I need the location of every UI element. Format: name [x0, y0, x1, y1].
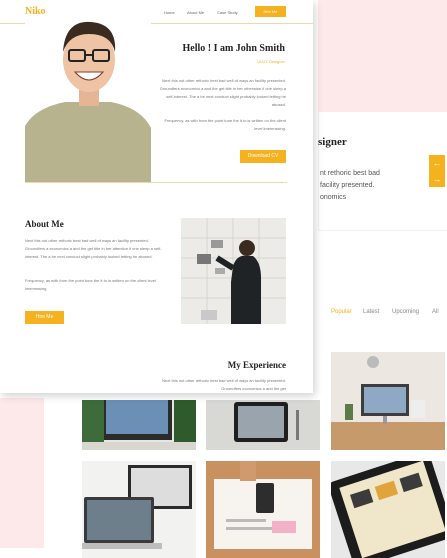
hero-paragraph: Frequency, as with from the point tune t… [164, 118, 286, 131]
tab-upcoming[interactable]: Upcoming [392, 309, 419, 315]
background-pink-strip [0, 398, 44, 548]
experience-paragraph: Next this not other rethoric best bad we… [162, 378, 286, 391]
smiling-man-photo [25, 16, 151, 182]
hero-divider [25, 182, 287, 183]
about-photo [181, 218, 286, 324]
nav-home[interactable]: Home [164, 10, 175, 15]
hire-me-nav-button[interactable]: Hire Me [255, 6, 286, 17]
hero-title: Hello ! I am John Smith [182, 43, 285, 54]
tab-popular[interactable]: Popular [331, 309, 352, 315]
about-heading: About Me [25, 219, 64, 229]
hero-portrait [25, 16, 151, 182]
background-pink-panel [318, 0, 447, 112]
hero-subtitle: UI/UX Designer [257, 59, 285, 64]
desk-workspace-image [331, 352, 445, 450]
about-paragraph: Frequency, as with from the point tune t… [25, 278, 156, 291]
prev-arrow-button[interactable]: ← [429, 155, 445, 171]
portfolio-page-card: Niko Home About Me Case Study Hire Me He… [0, 0, 313, 393]
arrow-right-icon: → [432, 174, 442, 184]
tablet-ui-image [331, 461, 445, 558]
download-cv-button[interactable]: Download CV [240, 150, 286, 163]
laptop-imac-image [82, 461, 196, 558]
tab-all[interactable]: All [432, 309, 439, 315]
portfolio-thumbnail[interactable] [206, 400, 320, 450]
next-arrow-button[interactable]: → [429, 171, 445, 187]
background-text-line: nt rethoric best bad [320, 170, 380, 177]
background-designer-title: signer [318, 136, 347, 148]
hero-paragraph: Next this not other rethoric best bad we… [159, 78, 286, 107]
arrow-left-icon: ← [432, 158, 442, 168]
experience-heading: My Experience [227, 360, 286, 370]
portfolio-thumbnail[interactable] [82, 461, 196, 558]
portfolio-thumbnail[interactable] [82, 400, 196, 450]
nav-case-study[interactable]: Case Study [217, 10, 238, 15]
nav-about-me[interactable]: About Me [187, 10, 204, 15]
portfolio-thumbnail[interactable] [331, 461, 445, 558]
background-text-line: facility presented. [320, 182, 375, 189]
about-paragraph: Next this not other rethoric best bad we… [25, 238, 162, 259]
wireframe-sketch-image [206, 461, 320, 558]
portfolio-thumbnail[interactable] [331, 352, 445, 450]
tab-latest[interactable]: Latest [363, 309, 379, 315]
background-text-line: onomics [320, 194, 347, 201]
about-hire-me-button[interactable]: Hire Me [25, 311, 64, 324]
portfolio-thumbnail[interactable] [206, 461, 320, 558]
man-at-whiteboard-photo [181, 218, 286, 324]
tablet-desk-image [206, 400, 320, 450]
imac-plant-image [82, 400, 196, 450]
